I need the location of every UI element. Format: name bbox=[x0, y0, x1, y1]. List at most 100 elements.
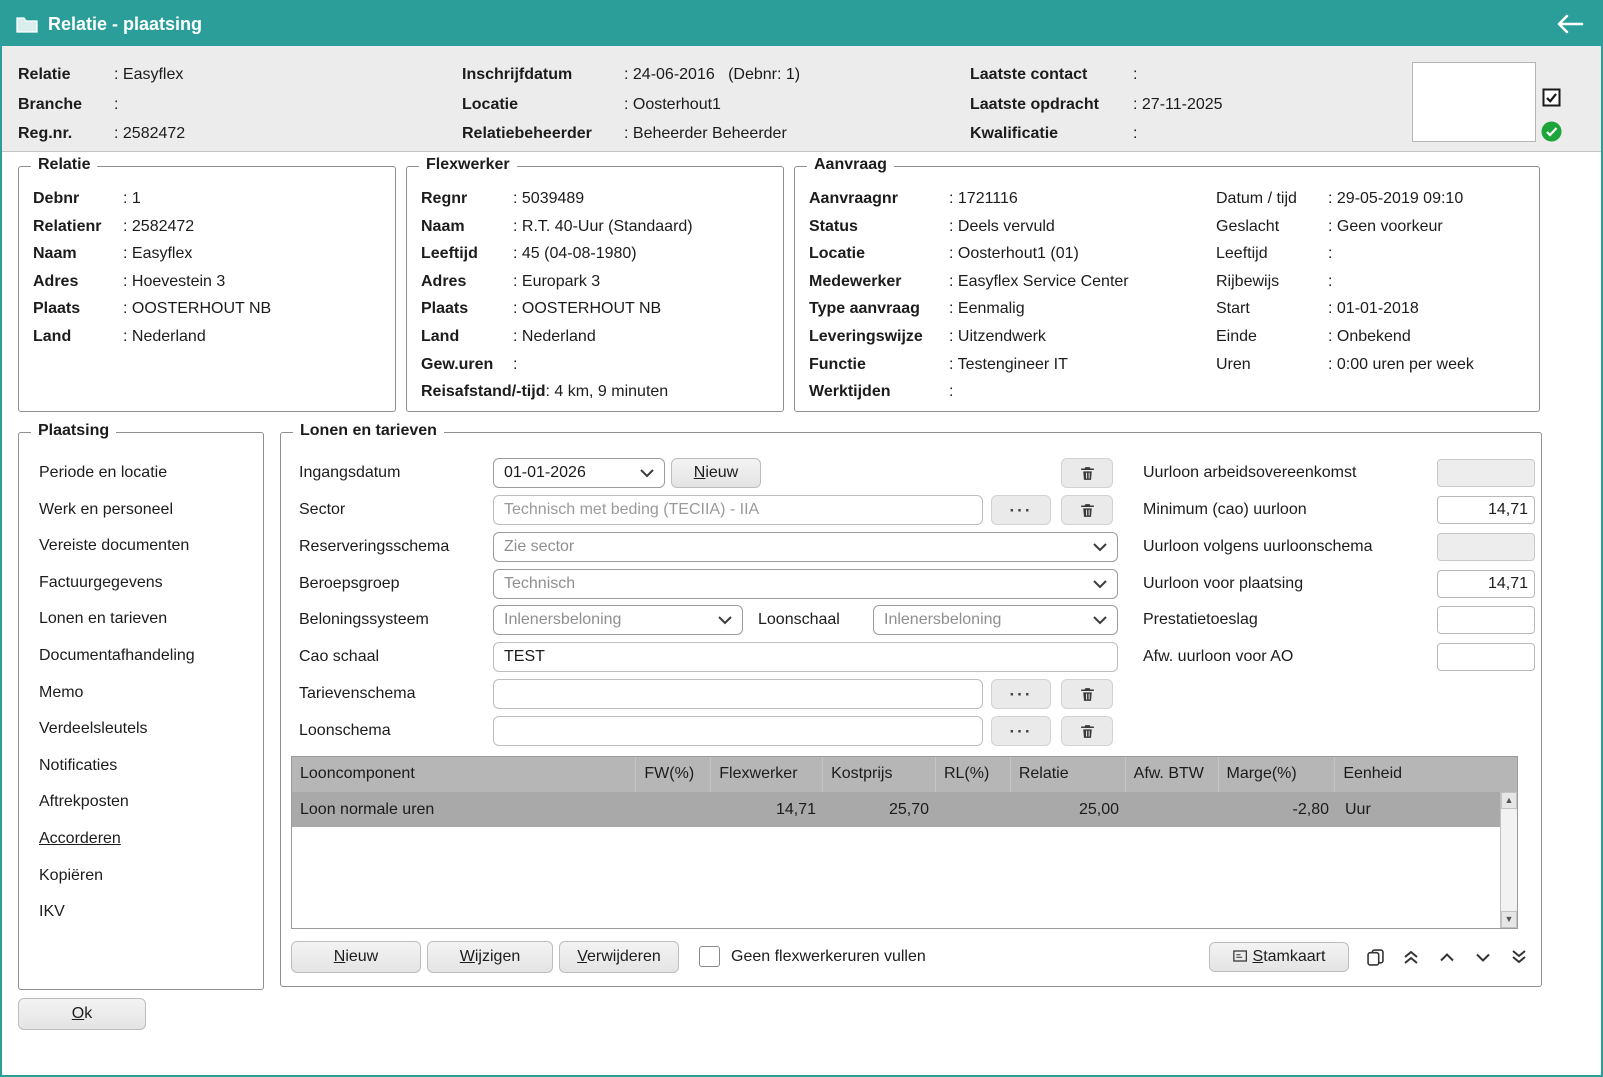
move-down-button[interactable] bbox=[1467, 942, 1499, 972]
chevron-down-icon bbox=[1093, 543, 1107, 552]
table-row-loon-normale-uren[interactable]: Loon normale uren 14,71 25,70 25,00 -2,8… bbox=[292, 792, 1517, 827]
field-value: Testengineer IT bbox=[949, 351, 1068, 379]
field-label: Aanvraagnr bbox=[809, 185, 949, 213]
move-last-button[interactable] bbox=[1503, 942, 1535, 972]
column-header-looncomponent: Looncomponent bbox=[292, 757, 636, 792]
move-up-button[interactable] bbox=[1431, 942, 1463, 972]
stamkaart-card-icon bbox=[1233, 949, 1248, 963]
header-col-relatie: RelatieEasyflex Branche Reg.nr.2582472 bbox=[18, 60, 185, 149]
delete-loonschema-button[interactable] bbox=[1061, 716, 1113, 746]
chevron-down-icon bbox=[1093, 616, 1107, 625]
tarievenschema-input[interactable] bbox=[493, 679, 983, 709]
move-first-button[interactable] bbox=[1395, 942, 1427, 972]
field-value: Geen voorkeur bbox=[1328, 213, 1443, 241]
column-header-rl-pct: RL(%) bbox=[936, 757, 1011, 792]
field-value: Europark 3 bbox=[513, 268, 600, 296]
nieuw-looncomponent-button[interactable]: Nieuw bbox=[291, 941, 421, 973]
delete-tarievenschema-button[interactable] bbox=[1061, 679, 1113, 709]
sidebar-item-ikv[interactable]: IKV bbox=[39, 894, 257, 931]
checked-checkbox-button[interactable] bbox=[1540, 86, 1562, 108]
afw-uurloon-voor-ao-input[interactable] bbox=[1437, 643, 1535, 671]
delete-sector-button[interactable] bbox=[1061, 495, 1113, 525]
verwijderen-button[interactable]: Verwijderen bbox=[559, 941, 679, 973]
field-value: 1721116 bbox=[949, 185, 1018, 213]
sidebar-item-kopieren[interactable]: Kopiëren bbox=[39, 858, 257, 895]
field-value bbox=[949, 378, 958, 406]
trash-icon bbox=[1079, 686, 1096, 703]
ingangsdatum-select[interactable]: 01-01-2026 bbox=[493, 458, 665, 488]
sidebar-item-werk-en-personeel[interactable]: Werk en personeel bbox=[39, 492, 257, 529]
sidebar-item-factuurgegevens[interactable]: Factuurgegevens bbox=[39, 565, 257, 602]
field-value: R.T. 40-Uur (Standaard) bbox=[513, 213, 693, 241]
field-value: 45 (04-08-1980) bbox=[513, 240, 637, 268]
field-value bbox=[114, 90, 123, 120]
column-header-eenheid: Eenheid bbox=[1335, 757, 1517, 792]
field-value: Onbekend bbox=[1328, 323, 1411, 351]
column-header-flexwerker: Flexwerker bbox=[711, 757, 823, 792]
vertical-scrollbar[interactable]: ▲ ▼ bbox=[1500, 792, 1517, 928]
field-value: Deels vervuld bbox=[949, 213, 1055, 241]
sidebar-item-memo[interactable]: Memo bbox=[39, 675, 257, 712]
prestatietoeslag-input[interactable] bbox=[1437, 606, 1535, 634]
cell-fw-pct bbox=[637, 792, 712, 827]
minimum-cao-uurloon-label: Minimum (cao) uurloon bbox=[1143, 495, 1307, 525]
loonschema-browse-button[interactable]: ··· bbox=[991, 716, 1051, 746]
aanvraag-fieldset: Aanvraag Aanvraagnr1721116 StatusDeels v… bbox=[794, 166, 1540, 412]
green-check-circle-icon bbox=[1541, 121, 1562, 142]
field-value: 1 bbox=[123, 185, 141, 213]
cao-schaal-input[interactable] bbox=[493, 642, 1118, 672]
trash-icon bbox=[1079, 465, 1096, 482]
uurloon-voor-plaatsing-input[interactable] bbox=[1437, 570, 1535, 598]
sidebar-item-documentafhandeling[interactable]: Documentafhandeling bbox=[39, 638, 257, 675]
tarievenschema-browse-button[interactable]: ··· bbox=[991, 679, 1051, 709]
field-value: OOSTERHOUT NB bbox=[513, 295, 661, 323]
uurloon-arbeidsovereenkomst-label: Uurloon arbeidsovereenkomst bbox=[1143, 458, 1356, 488]
checkbox-check-icon bbox=[1542, 88, 1561, 107]
delete-ingangsdatum-button[interactable] bbox=[1061, 458, 1113, 488]
nieuw-tarief-button[interactable]: Nieuw bbox=[671, 458, 761, 488]
looncomponenten-table: Looncomponent FW(%) Flexwerker Kostprijs… bbox=[291, 756, 1518, 929]
field-label: Einde bbox=[1216, 323, 1328, 351]
sidebar-item-notificaties[interactable]: Notificaties bbox=[39, 748, 257, 785]
field-value: Nederland bbox=[123, 323, 206, 351]
stamkaart-button[interactable]: Stamkaart bbox=[1209, 942, 1349, 972]
minimum-cao-uurloon-input[interactable] bbox=[1437, 496, 1535, 524]
confirm-button[interactable] bbox=[1540, 120, 1562, 142]
sidebar-item-verdeelsleutels[interactable]: Verdeelsleutels bbox=[39, 711, 257, 748]
sidebar-item-vereiste-documenten[interactable]: Vereiste documenten bbox=[39, 528, 257, 565]
sector-input bbox=[493, 495, 983, 525]
sidebar-item-aftrekposten[interactable]: Aftrekposten bbox=[39, 784, 257, 821]
field-label: Laatste opdracht bbox=[970, 90, 1133, 120]
beloningssysteem-value: Inlenersbeloning bbox=[504, 611, 718, 629]
beroepsgroep-select: Technisch bbox=[493, 569, 1118, 599]
wijzigen-button[interactable]: Wijzigen bbox=[427, 941, 553, 973]
window-title: Relatie - plaatsing bbox=[48, 14, 202, 35]
field-label: Medewerker bbox=[809, 268, 949, 296]
sidebar-item-lonen-en-tarieven[interactable]: Lonen en tarieven bbox=[39, 601, 257, 638]
scroll-up-button[interactable]: ▲ bbox=[1501, 792, 1517, 809]
beroepsgroep-label: Beroepsgroep bbox=[299, 569, 400, 599]
loonschema-input[interactable] bbox=[493, 716, 983, 746]
table-header: Looncomponent FW(%) Flexwerker Kostprijs… bbox=[292, 757, 1517, 792]
field-value bbox=[1133, 60, 1142, 90]
sidebar-item-accorderen[interactable]: Accorderen bbox=[39, 821, 257, 858]
field-label: Start bbox=[1216, 295, 1328, 323]
field-label: Leveringswijze bbox=[809, 323, 949, 351]
uurloon-voor-plaatsing-label: Uurloon voor plaatsing bbox=[1143, 569, 1303, 599]
double-chevron-down-icon bbox=[1511, 949, 1527, 965]
field-label: Adres bbox=[33, 268, 123, 296]
field-label: Leeftijd bbox=[421, 240, 513, 268]
chevron-down-icon bbox=[1475, 952, 1491, 963]
sector-browse-button[interactable]: ··· bbox=[991, 495, 1051, 525]
field-value: Oosterhout1 bbox=[624, 90, 721, 120]
ok-button[interactable]: Ok bbox=[18, 998, 146, 1030]
plaatsing-menu: Periode en locatie Werk en personeel Ver… bbox=[39, 455, 257, 931]
copy-button[interactable] bbox=[1359, 942, 1391, 972]
scroll-down-button[interactable]: ▼ bbox=[1501, 911, 1517, 928]
back-button[interactable] bbox=[1553, 9, 1587, 39]
ellipsis-icon: ··· bbox=[1010, 723, 1033, 740]
sector-label: Sector bbox=[299, 495, 345, 525]
geen-flexwerkeruren-checkbox[interactable] bbox=[699, 946, 720, 967]
sidebar-item-periode-en-locatie[interactable]: Periode en locatie bbox=[39, 455, 257, 492]
field-value: 27-11-2025 bbox=[1133, 90, 1223, 120]
